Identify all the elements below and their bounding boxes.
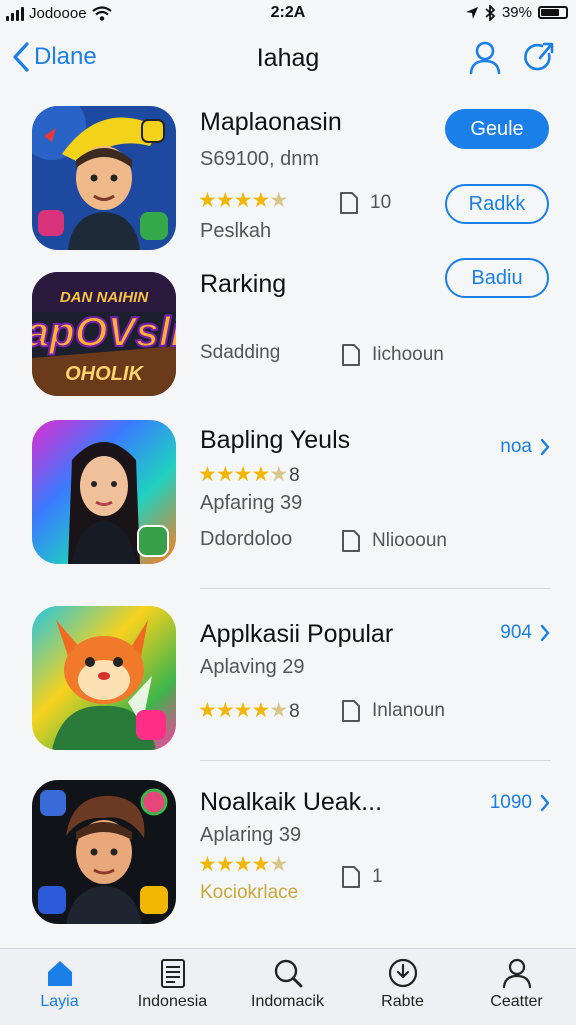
app-meta: Nlioooun bbox=[340, 528, 447, 554]
chevron-right-icon bbox=[540, 624, 550, 642]
app-meta: Inlanoun bbox=[340, 698, 445, 724]
app-name: Noalkaik Ueak... bbox=[200, 788, 383, 816]
count-value: 904 bbox=[500, 622, 532, 643]
app-name: Rarking bbox=[200, 270, 287, 298]
divider bbox=[200, 760, 551, 761]
status-bar: Jodoooe 2:2A 39% bbox=[0, 0, 576, 28]
document-icon bbox=[160, 959, 185, 988]
app-detail: Ddordoloo bbox=[200, 528, 293, 550]
app-icon-2[interactable]: DAN NAIHIN apOVsli OHOLIK bbox=[32, 272, 176, 396]
character-avatar-icon bbox=[32, 780, 176, 924]
fox-mascot-icon bbox=[32, 606, 176, 750]
count-value: 1090 bbox=[489, 792, 532, 813]
meta-value: Inlanoun bbox=[372, 700, 445, 721]
meta-value: 10 bbox=[370, 192, 392, 213]
app-name: Maplaonasin bbox=[200, 108, 342, 136]
count-link[interactable]: noa bbox=[500, 436, 550, 458]
game-logo-icon: DAN NAIHIN apOVsli OHOLIK bbox=[32, 272, 176, 396]
document-icon bbox=[342, 700, 360, 722]
star-rating: ★★★★★ bbox=[198, 189, 288, 212]
download-icon bbox=[388, 958, 417, 988]
app-name: Applkasii Popular bbox=[200, 620, 394, 648]
count-link[interactable]: 1090 bbox=[490, 792, 550, 814]
tab-rabte[interactable]: Rabte bbox=[345, 957, 460, 1011]
app-detail: Peslkah bbox=[200, 220, 272, 242]
home-icon bbox=[47, 961, 72, 986]
app-subtitle: S69100, dnm bbox=[200, 148, 319, 170]
rating-text: 8 bbox=[289, 701, 300, 722]
app-meta: 10 bbox=[338, 190, 391, 216]
star-rating: ★★★★★ 8 bbox=[198, 699, 300, 722]
tab-bar: Layia Indonesia Indomacik Rabte Ceatter bbox=[0, 948, 576, 1025]
app-detail-row: Sdadding bbox=[200, 342, 280, 364]
search-icon bbox=[274, 959, 302, 988]
cartoon-avatar-icon bbox=[32, 106, 176, 250]
app-icon-5[interactable] bbox=[32, 780, 176, 924]
star-rating: ★★★★★ 8 bbox=[198, 463, 300, 486]
person-icon bbox=[502, 958, 531, 989]
app-meta: 1 bbox=[340, 864, 383, 890]
document-icon bbox=[342, 530, 360, 552]
rating-text: 8 bbox=[289, 465, 300, 486]
tab-layia[interactable]: Layia bbox=[2, 957, 117, 1011]
secondary-button[interactable]: Radkk bbox=[445, 184, 549, 224]
document-icon bbox=[342, 866, 360, 888]
document-icon bbox=[342, 344, 360, 366]
portrait-avatar-icon bbox=[32, 420, 176, 564]
status-right: 39% bbox=[465, 4, 568, 21]
tab-label: Layia bbox=[40, 993, 79, 1010]
chevron-right-icon bbox=[540, 794, 550, 812]
tab-label: Rabte bbox=[381, 993, 424, 1010]
location-arrow-icon bbox=[465, 6, 478, 19]
meta-value: Iichooun bbox=[372, 344, 444, 365]
battery-percent: 39% bbox=[501, 4, 532, 21]
tab-label: Ceatter bbox=[490, 993, 543, 1010]
app-meta: Iichooun bbox=[340, 342, 444, 368]
chevron-right-icon bbox=[540, 438, 550, 456]
app-name: Bapling Yeuls bbox=[200, 426, 351, 454]
app-subtitle: Aplaving 29 bbox=[200, 656, 305, 678]
app-icon-3[interactable] bbox=[32, 420, 176, 564]
document-icon bbox=[340, 192, 358, 214]
icon-text-main: apOVsli bbox=[32, 308, 176, 355]
meta-value: 1 bbox=[372, 866, 383, 887]
tab-indonesia[interactable]: Indonesia bbox=[115, 957, 230, 1011]
app-detail: Sdadding bbox=[200, 342, 281, 363]
app-subtitle: Aplaring 39 bbox=[200, 824, 302, 846]
open-button[interactable]: Badiu bbox=[445, 258, 549, 298]
tab-indomacik[interactable]: Indomacik bbox=[230, 957, 345, 1011]
tab-label: Indomacik bbox=[251, 993, 324, 1010]
person-icon[interactable] bbox=[468, 40, 502, 76]
get-button[interactable]: Geule bbox=[445, 109, 549, 149]
star-rating: ★★★★★ bbox=[198, 853, 288, 876]
app-subtitle: Apfaring 39 bbox=[200, 492, 303, 514]
tab-ceatter[interactable]: Ceatter bbox=[459, 957, 574, 1011]
app-detail: Kociokrlace bbox=[200, 882, 299, 903]
app-icon-1[interactable] bbox=[32, 106, 176, 250]
icon-text-top: DAN NAIHIN bbox=[60, 289, 149, 306]
tab-label: Indonesia bbox=[137, 993, 208, 1010]
refresh-icon[interactable] bbox=[522, 40, 556, 76]
battery-icon bbox=[538, 6, 568, 19]
app-icon-4[interactable] bbox=[32, 606, 176, 750]
bluetooth-icon bbox=[485, 4, 496, 21]
count-value: noa bbox=[500, 436, 532, 457]
divider bbox=[200, 588, 551, 589]
count-link[interactable]: 904 bbox=[500, 622, 550, 644]
navigation-bar: Dlane Iahag bbox=[0, 36, 576, 82]
meta-value: Nlioooun bbox=[372, 530, 447, 551]
icon-text-bottom: OHOLIK bbox=[65, 363, 144, 385]
